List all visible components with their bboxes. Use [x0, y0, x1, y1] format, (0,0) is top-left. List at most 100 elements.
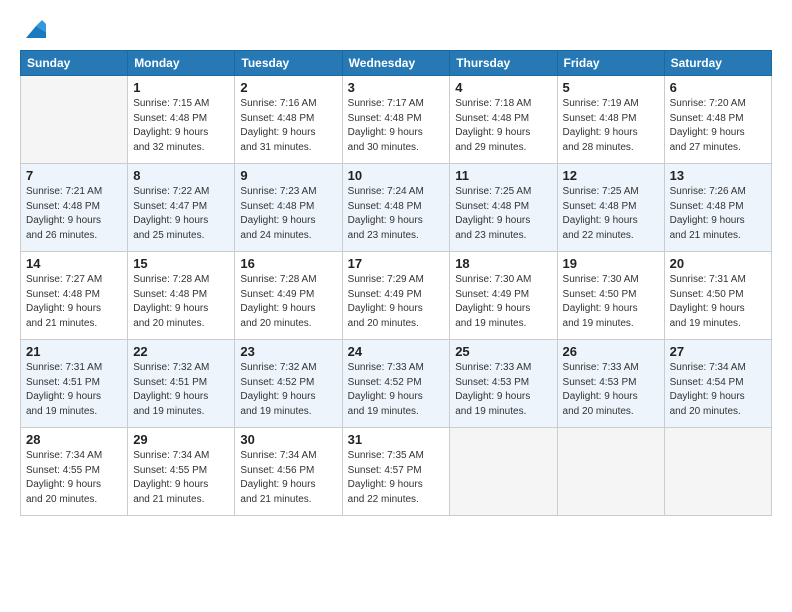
day-info: Sunrise: 7:28 AMSunset: 4:48 PMDaylight:… — [133, 273, 229, 331]
calendar-cell: 16Sunrise: 7:28 AMSunset: 4:49 PMDayligh… — [235, 252, 342, 340]
calendar-table: SundayMondayTuesdayWednesdayThursdayFrid… — [20, 50, 772, 516]
day-info: Sunrise: 7:27 AMSunset: 4:48 PMDaylight:… — [26, 273, 122, 331]
header-day-saturday: Saturday — [664, 51, 771, 76]
day-number: 15 — [133, 256, 229, 271]
day-info: Sunrise: 7:22 AMSunset: 4:47 PMDaylight:… — [133, 185, 229, 243]
day-info: Sunrise: 7:33 AMSunset: 4:52 PMDaylight:… — [348, 361, 445, 419]
day-number: 7 — [26, 168, 122, 183]
calendar-cell: 14Sunrise: 7:27 AMSunset: 4:48 PMDayligh… — [21, 252, 128, 340]
logo-icon — [22, 18, 46, 42]
calendar-cell: 5 Sunrise: 7:19 AMSunset: 4:48 PMDaylight… — [557, 76, 664, 164]
day-number: 27 — [670, 344, 766, 359]
day-info: Sunrise: 7:24 AMSunset: 4:48 PMDaylight:… — [348, 185, 445, 243]
day-number: 10 — [348, 168, 445, 183]
day-info: Sunrise: 7:33 AMSunset: 4:53 PMDaylight:… — [563, 361, 659, 419]
day-number: 16 — [240, 256, 336, 271]
day-number: 17 — [348, 256, 445, 271]
day-number: 6 — [670, 80, 766, 95]
day-info: Sunrise: 7:29 AMSunset: 4:49 PMDaylight:… — [348, 273, 445, 331]
calendar-cell: 2 Sunrise: 7:16 AMSunset: 4:48 PMDaylight… — [235, 76, 342, 164]
day-number: 18 — [455, 256, 551, 271]
calendar-cell — [664, 428, 771, 516]
calendar-cell: 25 Sunrise: 7:33 AMSunset: 4:53 PMDayligh… — [450, 340, 557, 428]
calendar-cell: 12 Sunrise: 7:25 AMSunset: 4:48 PMDayligh… — [557, 164, 664, 252]
calendar-cell: 30 Sunrise: 7:34 AMSunset: 4:56 PMDayligh… — [235, 428, 342, 516]
calendar-cell: 7Sunrise: 7:21 AMSunset: 4:48 PMDaylight… — [21, 164, 128, 252]
calendar-cell: 8 Sunrise: 7:22 AMSunset: 4:47 PMDaylight… — [128, 164, 235, 252]
day-info: Sunrise: 7:18 AMSunset: 4:48 PMDaylight:… — [455, 97, 551, 155]
calendar-cell: 17 Sunrise: 7:29 AMSunset: 4:49 PMDayligh… — [342, 252, 450, 340]
day-info: Sunrise: 7:34 AMSunset: 4:56 PMDaylight:… — [240, 449, 336, 507]
day-info: Sunrise: 7:23 AMSunset: 4:48 PMDaylight:… — [240, 185, 336, 243]
day-number: 24 — [348, 344, 445, 359]
calendar-cell: 26 Sunrise: 7:33 AMSunset: 4:53 PMDayligh… — [557, 340, 664, 428]
day-info: Sunrise: 7:32 AMSunset: 4:51 PMDaylight:… — [133, 361, 229, 419]
day-number: 9 — [240, 168, 336, 183]
calendar-cell: 21 Sunrise: 7:31 AMSunset: 4:51 PMDayligh… — [21, 340, 128, 428]
calendar-cell: 20 Sunrise: 7:31 AMSunset: 4:50 PMDayligh… — [664, 252, 771, 340]
day-number: 1 — [133, 80, 229, 95]
day-number: 20 — [670, 256, 766, 271]
day-number: 26 — [563, 344, 659, 359]
calendar-cell: 24 Sunrise: 7:33 AMSunset: 4:52 PMDayligh… — [342, 340, 450, 428]
calendar-cell: 10 Sunrise: 7:24 AMSunset: 4:48 PMDayligh… — [342, 164, 450, 252]
calendar-cell: 1 Sunrise: 7:15 AMSunset: 4:48 PMDaylight… — [128, 76, 235, 164]
day-info: Sunrise: 7:30 AMSunset: 4:50 PMDaylight:… — [563, 273, 659, 331]
calendar-cell — [450, 428, 557, 516]
day-number: 5 — [563, 80, 659, 95]
calendar-cell — [21, 76, 128, 164]
day-info: Sunrise: 7:16 AMSunset: 4:48 PMDaylight:… — [240, 97, 336, 155]
calendar-cell: 3 Sunrise: 7:17 AMSunset: 4:48 PMDaylight… — [342, 76, 450, 164]
calendar-week-row: 14Sunrise: 7:27 AMSunset: 4:48 PMDayligh… — [21, 252, 772, 340]
day-number: 29 — [133, 432, 229, 447]
calendar-cell: 31Sunrise: 7:35 AMSunset: 4:57 PMDayligh… — [342, 428, 450, 516]
calendar-week-row: 21 Sunrise: 7:31 AMSunset: 4:51 PMDayligh… — [21, 340, 772, 428]
day-number: 11 — [455, 168, 551, 183]
calendar-cell: 27 Sunrise: 7:34 AMSunset: 4:54 PMDayligh… — [664, 340, 771, 428]
calendar-cell: 22 Sunrise: 7:32 AMSunset: 4:51 PMDayligh… — [128, 340, 235, 428]
header-day-sunday: Sunday — [21, 51, 128, 76]
day-number: 30 — [240, 432, 336, 447]
day-info: Sunrise: 7:15 AMSunset: 4:48 PMDaylight:… — [133, 97, 229, 155]
day-info: Sunrise: 7:26 AMSunset: 4:48 PMDaylight:… — [670, 185, 766, 243]
day-number: 22 — [133, 344, 229, 359]
calendar-cell: 11 Sunrise: 7:25 AMSunset: 4:48 PMDayligh… — [450, 164, 557, 252]
day-number: 2 — [240, 80, 336, 95]
day-info: Sunrise: 7:30 AMSunset: 4:49 PMDaylight:… — [455, 273, 551, 331]
calendar-cell: 28Sunrise: 7:34 AMSunset: 4:55 PMDayligh… — [21, 428, 128, 516]
header-day-monday: Monday — [128, 51, 235, 76]
day-number: 21 — [26, 344, 122, 359]
calendar-week-row: 1 Sunrise: 7:15 AMSunset: 4:48 PMDaylight… — [21, 76, 772, 164]
day-info: Sunrise: 7:31 AMSunset: 4:50 PMDaylight:… — [670, 273, 766, 331]
day-info: Sunrise: 7:32 AMSunset: 4:52 PMDaylight:… — [240, 361, 336, 419]
day-number: 12 — [563, 168, 659, 183]
calendar-week-row: 7Sunrise: 7:21 AMSunset: 4:48 PMDaylight… — [21, 164, 772, 252]
day-info: Sunrise: 7:17 AMSunset: 4:48 PMDaylight:… — [348, 97, 445, 155]
calendar-cell: 9 Sunrise: 7:23 AMSunset: 4:48 PMDaylight… — [235, 164, 342, 252]
page: SundayMondayTuesdayWednesdayThursdayFrid… — [0, 0, 792, 612]
day-number: 23 — [240, 344, 336, 359]
calendar-cell: 23 Sunrise: 7:32 AMSunset: 4:52 PMDayligh… — [235, 340, 342, 428]
day-info: Sunrise: 7:19 AMSunset: 4:48 PMDaylight:… — [563, 97, 659, 155]
day-info: Sunrise: 7:25 AMSunset: 4:48 PMDaylight:… — [563, 185, 659, 243]
day-info: Sunrise: 7:31 AMSunset: 4:51 PMDaylight:… — [26, 361, 122, 419]
day-number: 3 — [348, 80, 445, 95]
calendar-cell: 15 Sunrise: 7:28 AMSunset: 4:48 PMDayligh… — [128, 252, 235, 340]
day-info: Sunrise: 7:34 AMSunset: 4:55 PMDaylight:… — [133, 449, 229, 507]
day-info: Sunrise: 7:35 AMSunset: 4:57 PMDaylight:… — [348, 449, 445, 507]
calendar-cell: 29 Sunrise: 7:34 AMSunset: 4:55 PMDayligh… — [128, 428, 235, 516]
day-number: 25 — [455, 344, 551, 359]
calendar-week-row: 28 Sunrise: 7:34 AMSunset: 4:55 PMDayligh… — [21, 428, 772, 516]
day-number: 28 — [26, 432, 122, 447]
day-info: Sunrise: 7:20 AMSunset: 4:48 PMDaylight:… — [670, 97, 766, 155]
calendar-header-row: SundayMondayTuesdayWednesdayThursdayFrid… — [21, 51, 772, 76]
day-number: 8 — [133, 168, 229, 183]
day-info: Sunrise: 7:34 AMSunset: 4:54 PMDaylight:… — [670, 361, 766, 419]
calendar-cell: 18 Sunrise: 7:30 AMSunset: 4:49 PMDayligh… — [450, 252, 557, 340]
calendar-cell: 19Sunrise: 7:30 AMSunset: 4:50 PMDayligh… — [557, 252, 664, 340]
header-day-wednesday: Wednesday — [342, 51, 450, 76]
day-info: Sunrise: 7:25 AMSunset: 4:48 PMDaylight:… — [455, 185, 551, 243]
logo — [20, 18, 46, 42]
day-number: 4 — [455, 80, 551, 95]
day-info: Sunrise: 7:33 AMSunset: 4:53 PMDaylight:… — [455, 361, 551, 419]
